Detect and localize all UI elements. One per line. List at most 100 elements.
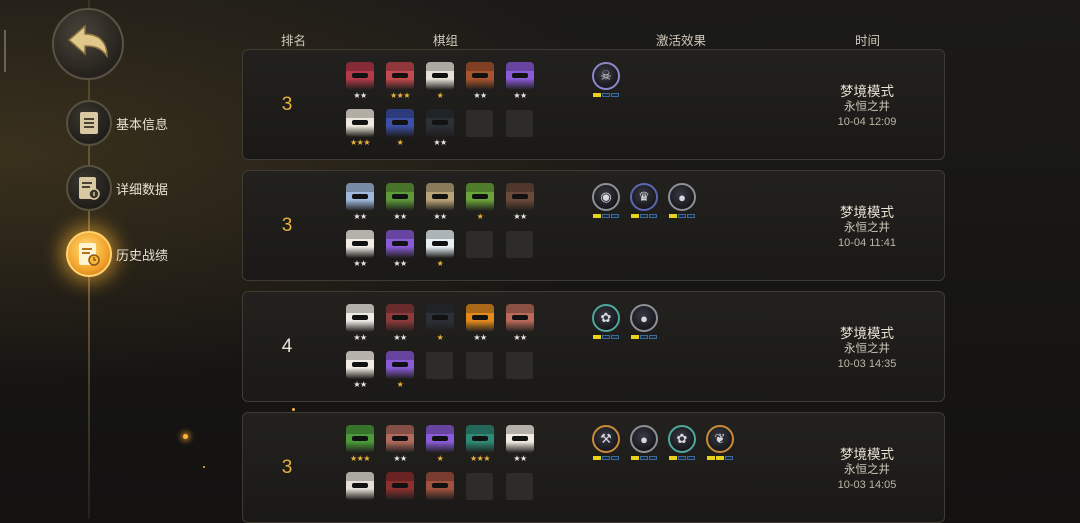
- chess-piece[interactable]: ★: [425, 425, 455, 465]
- star-level: ★★: [353, 380, 367, 389]
- map-name-label: 永恒之井: [844, 464, 890, 476]
- star-level: ★★: [513, 212, 527, 221]
- chess-piece-portrait-icon: [426, 62, 454, 90]
- chess-piece[interactable]: ★: [425, 62, 455, 102]
- chess-piece[interactable]: ★★: [505, 425, 535, 465]
- sidebar-item-label: 基本信息: [116, 116, 169, 132]
- chess-piece[interactable]: ★★: [505, 62, 535, 102]
- header-effects: 激活效果: [656, 34, 707, 48]
- chess-piece[interactable]: ★★★: [385, 62, 415, 102]
- synergy-level-bar: [666, 456, 698, 460]
- synergy-badge[interactable]: ❦: [704, 425, 736, 465]
- synergy-level-bar: [590, 335, 622, 339]
- chess-piece[interactable]: ★★: [425, 109, 455, 149]
- demon-icon: ♛: [630, 183, 658, 211]
- chess-piece-portrait-icon: [386, 304, 414, 332]
- rank-value: 4: [281, 336, 293, 357]
- chess-piece[interactable]: ★★: [385, 425, 415, 465]
- chess-piece-portrait-icon: [346, 472, 374, 500]
- chess-piece[interactable]: ★★: [345, 183, 375, 223]
- synergy-badge[interactable]: ●: [628, 304, 660, 344]
- chess-piece[interactable]: ★: [425, 230, 455, 270]
- sidebar-item-label: 详细数据: [116, 181, 169, 197]
- chess-piece-portrait-icon: [386, 472, 414, 500]
- chess-piece[interactable]: ★★: [345, 62, 375, 102]
- chess-piece-portrait-icon: [506, 183, 534, 211]
- chess-piece[interactable]: [345, 472, 375, 512]
- rank-value: 3: [281, 457, 293, 478]
- chess-piece[interactable]: [425, 472, 455, 512]
- sidebar-item-basic-info[interactable]: 基本信息: [66, 99, 226, 147]
- chess-piece[interactable]: ★★★: [345, 425, 375, 465]
- star-level: ★★★: [389, 91, 411, 100]
- synergy-badge[interactable]: ✿: [590, 304, 622, 344]
- chess-piece[interactable]: ★★: [345, 230, 375, 270]
- chess-piece-portrait-icon: [346, 304, 374, 332]
- map-name-label: 永恒之井: [844, 343, 890, 355]
- chess-piece-portrait-icon: [426, 425, 454, 453]
- feather-icon: ❦: [706, 425, 734, 453]
- game-mode-label: 梦境模式: [840, 447, 894, 462]
- chess-piece-portrait-icon: [346, 109, 374, 137]
- chess-piece[interactable]: ★★: [505, 183, 535, 223]
- chess-piece[interactable]: ★★: [385, 183, 415, 223]
- sidebar-item-history[interactable]: 历史战绩: [66, 230, 226, 278]
- chess-piece[interactable]: ★★★: [345, 109, 375, 149]
- star-level: ★★: [513, 454, 527, 463]
- empty-slot: [506, 110, 533, 137]
- human-icon: ●: [668, 183, 696, 211]
- synergy-badge[interactable]: ⚒: [590, 425, 622, 465]
- history-record-row[interactable]: 4 ★★ ★★ ★ ★★ ★★ ★★ ★ ✿ ● 梦境模式 永恒之井 10-03 14:35: [242, 291, 945, 402]
- chess-piece[interactable]: ★: [385, 351, 415, 391]
- match-time-label: 10-04 12:09: [837, 116, 897, 128]
- synergy-badge[interactable]: ◉: [590, 183, 622, 223]
- synergy-level-bar: [704, 456, 736, 460]
- chess-piece[interactable]: [385, 472, 415, 512]
- chess-piece[interactable]: ★: [385, 109, 415, 149]
- synergy-badge[interactable]: ♛: [628, 183, 660, 223]
- chess-piece-portrait-icon: [506, 304, 534, 332]
- synergy-badge[interactable]: ●: [628, 425, 660, 465]
- chess-piece[interactable]: ★: [465, 183, 495, 223]
- warrior-axe-icon: ⚒: [592, 425, 620, 453]
- beast-paw-icon: ✿: [668, 425, 696, 453]
- chess-piece-portrait-icon: [466, 304, 494, 332]
- chess-piece[interactable]: ★★: [345, 304, 375, 344]
- chess-piece-portrait-icon: [426, 109, 454, 137]
- synergy-level-bar: [628, 214, 660, 218]
- goblin-icon: ◉: [592, 183, 620, 211]
- star-level: ★★★: [469, 454, 491, 463]
- match-info: 梦境模式 永恒之井 10-03 14:05: [808, 446, 926, 492]
- chess-piece-portrait-icon: [426, 472, 454, 500]
- sidebar-item-detailed-data[interactable]: 详细数据: [66, 164, 226, 212]
- chess-piece[interactable]: ★★: [465, 304, 495, 344]
- empty-slot: [506, 473, 533, 500]
- history-record-row[interactable]: 3 ★★ ★★★ ★ ★★ ★★ ★★★ ★ ★★ ☠ 梦境模式 永恒之井 10-04 12:09: [242, 49, 945, 160]
- map-name-label: 永恒之井: [844, 101, 890, 113]
- empty-slot: [506, 231, 533, 258]
- glow-particle: [203, 466, 205, 468]
- synergy-badge[interactable]: ☠: [590, 62, 622, 102]
- synergy-level-bar: [666, 214, 698, 218]
- synergy-level-bar: [628, 335, 660, 339]
- chess-piece-portrait-icon: [466, 62, 494, 90]
- history-record-row[interactable]: 3 ★★★ ★★ ★ ★★★ ★★ ⚒ ● ✿ ❦ 梦境模式 永恒之井 10-03 14:05: [242, 412, 945, 523]
- chess-piece[interactable]: ★★: [425, 183, 455, 223]
- sidebar-item-label: 历史战绩: [116, 247, 169, 263]
- chess-piece-portrait-icon: [386, 230, 414, 258]
- star-level: ★★★: [349, 138, 371, 147]
- chess-piece[interactable]: ★★: [505, 304, 535, 344]
- synergy-level-bar: [628, 456, 660, 460]
- chess-piece[interactable]: ★: [425, 304, 455, 344]
- synergy-badge[interactable]: ●: [666, 183, 698, 223]
- chess-piece[interactable]: ★★★: [465, 425, 495, 465]
- chess-piece[interactable]: ★★: [345, 351, 375, 391]
- star-level: ★★: [433, 138, 447, 147]
- chess-piece-portrait-icon: [386, 351, 414, 379]
- fish-skeleton-icon: ☠: [592, 62, 620, 90]
- chess-piece[interactable]: ★★: [465, 62, 495, 102]
- synergy-badge[interactable]: ✿: [666, 425, 698, 465]
- history-record-row[interactable]: 3 ★★ ★★ ★★ ★ ★★ ★★ ★★ ★ ◉ ♛ ● 梦境模式 永恒之井 10-04 11:41: [242, 170, 945, 281]
- chess-piece[interactable]: ★★: [385, 304, 415, 344]
- chess-piece[interactable]: ★★: [385, 230, 415, 270]
